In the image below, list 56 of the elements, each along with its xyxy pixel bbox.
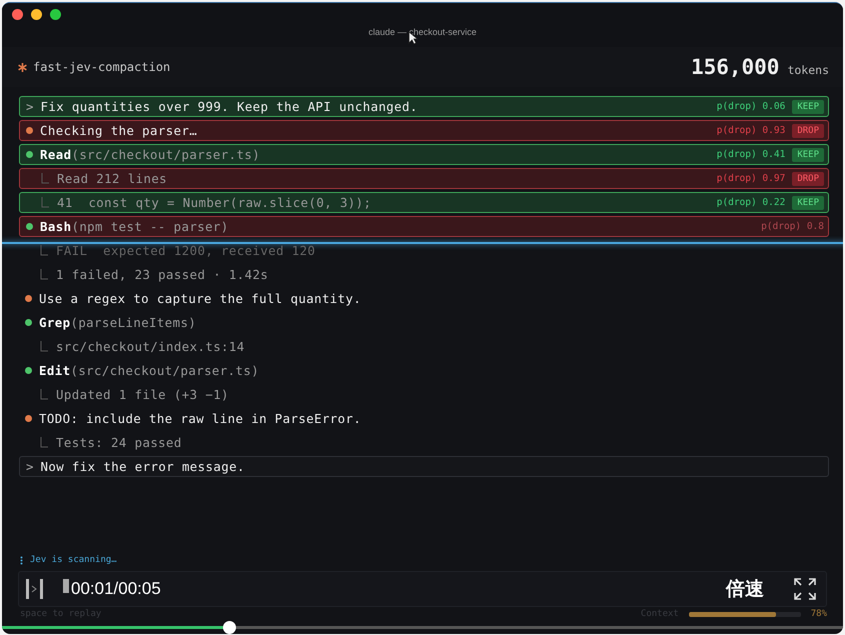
fullscreen-button[interactable] [794,578,816,600]
drop-score: p(drop) 0.93 [716,125,786,136]
playback-time: 00:01/00:05 [71,579,161,599]
message-text: Use a regex to capture the full quantity. [39,291,362,306]
tool-call: Read(src/checkout/parser.ts) [40,147,262,162]
progress-track[interactable] [2,621,843,634]
window-title: claude — checkout-service [367,27,478,37]
message-text: Checking the parser… [40,123,198,138]
tool-output: Read 212 lines [57,171,168,186]
verdict-badge: KEEP [792,100,824,114]
prompt-marker: > [26,99,34,114]
token-count: 156,000 [690,55,780,79]
verdict-badge: KEEP [792,148,824,162]
tool-output: 41 const qty = Number(raw.slice(0, 3)); [57,195,372,210]
drop-score: p(drop) 0.97 [716,173,786,184]
pause-button[interactable] [25,577,45,601]
verdict-badge: KEEP [792,196,824,210]
tool-call: Bash(npm test -- parser) [40,219,230,234]
tool-call: Grep(parseLineItems) [39,315,198,330]
window-control[interactable] [50,9,61,20]
progress-handle[interactable] [223,621,236,634]
branch-icon [39,268,49,280]
tool-call: Edit(src/checkout/parser.ts) [39,363,260,378]
token-unit: tokens [787,63,829,77]
asterisk-icon [18,62,27,72]
tool-output: Tests: 24 passed [56,435,183,450]
verdict-badge: DROP [792,124,824,138]
volume-handle[interactable] [63,579,69,593]
branch-icon [40,172,50,184]
branch-icon [40,196,50,208]
window-control[interactable] [12,9,23,20]
tool-output: FAIL expected 1200, received 120 [56,243,316,258]
tool-output: src/checkout/index.ts:14 [56,339,246,354]
tool-output: Updated 1 file (+3 −1) [56,387,230,402]
status-text: Jev is scanning… [30,555,117,565]
drop-score: p(drop) 0.41 [716,149,786,160]
message-text: Now fix the error message. [40,459,246,474]
speed-button[interactable]: 倍速 [726,576,764,602]
branch-icon [39,244,49,256]
prompt-marker: > [26,459,34,474]
branch-icon [39,388,49,400]
branch-icon [39,340,49,352]
drop-score: p(drop) 0.06 [716,101,786,112]
message-text: TODO: include the raw line in ParseError. [39,411,362,426]
fullscreen-icon [794,578,816,600]
spinner-icon [20,556,23,564]
message-text: Fix quantities over 999. Keep the API unchanged. [40,99,419,114]
drop-score: p(drop) 0.22 [716,197,786,208]
tool-output: 1 failed, 23 passed · 1.42s [56,267,270,282]
branch-icon [39,436,49,448]
context-reading: 78% [810,609,827,619]
drop-score: p(drop) 0.8 [761,221,824,232]
window-control[interactable] [31,9,42,20]
pause-icon [25,577,45,601]
session-name: fast-jev-compaction [33,60,170,74]
verdict-badge: DROP [792,172,824,186]
